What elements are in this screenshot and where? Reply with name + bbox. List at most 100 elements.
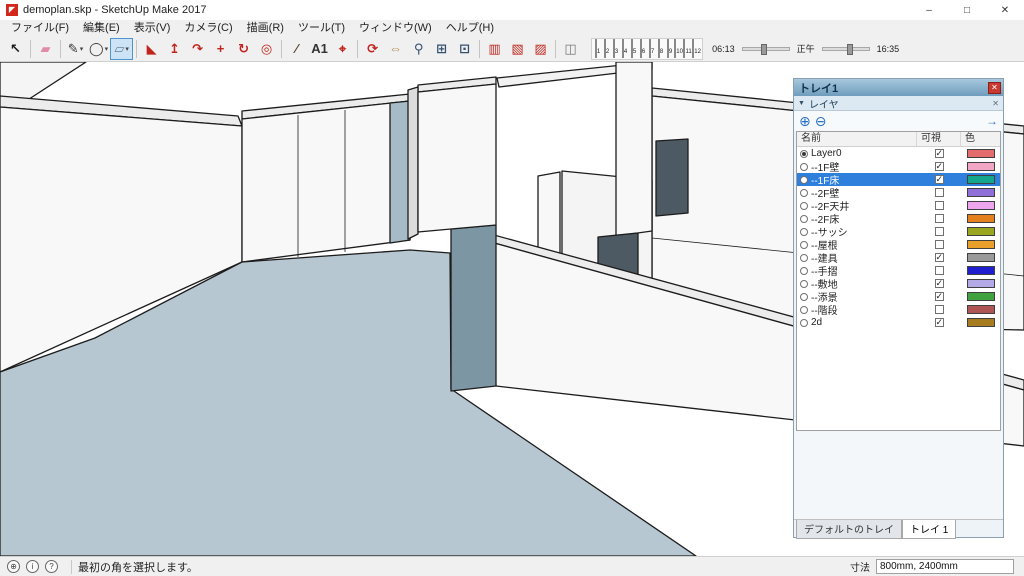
visibility-checkbox[interactable]: ✓ [934, 201, 944, 210]
layer-color-swatch[interactable] [966, 201, 995, 210]
layer-color-swatch[interactable] [966, 149, 995, 158]
layer-color-swatch[interactable] [966, 240, 995, 249]
chevron-down-icon[interactable]: ▾ [125, 45, 129, 53]
rectangle-tool[interactable]: ▱ ▾ [110, 37, 134, 60]
menu-item[interactable]: ウィンドウ(W) [352, 20, 439, 36]
current-layer-radio[interactable] [800, 149, 808, 158]
current-layer-radio[interactable] [800, 240, 808, 249]
help-icon[interactable]: ? [45, 560, 58, 573]
layer-color-swatch[interactable] [966, 279, 995, 288]
menu-item[interactable]: ファイル(F) [4, 20, 76, 36]
push-pull-tool[interactable]: ↥ ▾ [163, 38, 186, 60]
visibility-checkbox[interactable]: ✓ [934, 175, 944, 184]
line-tool[interactable]: ✎ ▾ [64, 38, 87, 60]
layer-color-swatch[interactable] [966, 266, 995, 275]
menu-item[interactable]: 編集(E) [76, 20, 127, 36]
date-strip[interactable]: 1 2 3 4 5 6 7 8 9 10 11 12 [591, 37, 704, 60]
date-slider-thumb[interactable] [846, 43, 853, 55]
axes-tool[interactable]: ⌖ ▾ [331, 38, 354, 60]
zoom-extents-tool[interactable]: ⊡ ▾ [453, 38, 476, 60]
column-header-visible[interactable]: 可視 [917, 132, 961, 146]
tray-close-button[interactable]: ✕ [988, 81, 1001, 94]
layer-color-swatch[interactable] [966, 227, 995, 236]
layer-details-button[interactable]: → [986, 114, 998, 128]
current-layer-radio[interactable] [800, 201, 808, 210]
visibility-checkbox[interactable]: ✓ [934, 188, 944, 197]
follow-me-tool[interactable]: ↷ ▾ [186, 38, 209, 60]
layer-row[interactable]: 2d ✓ [797, 316, 1000, 329]
tray-tab[interactable]: トレイ 1 [902, 520, 957, 539]
layer-color-swatch[interactable] [966, 253, 995, 262]
layers-section-close-button[interactable]: ✕ [992, 99, 999, 108]
add-layer-button[interactable]: ⊕ [799, 113, 811, 129]
current-layer-radio[interactable] [800, 266, 808, 275]
section-fill-tool[interactable]: ▧ ▾ [506, 38, 529, 60]
pan-tool[interactable]: ⇔ ▾ [384, 38, 407, 60]
menu-item[interactable]: 表示(V) [127, 20, 178, 36]
layer-color-swatch[interactable] [966, 162, 995, 171]
eraser-tool[interactable]: ▰ ▾ [34, 38, 57, 60]
time-slider-thumb[interactable] [761, 43, 767, 55]
visibility-checkbox[interactable]: ✓ [934, 318, 944, 327]
visibility-checkbox[interactable]: ✓ [934, 266, 944, 275]
current-layer-radio[interactable] [800, 318, 808, 327]
layer-color-swatch[interactable] [966, 292, 995, 301]
select-tool[interactable]: ↖ ▾ [4, 38, 27, 60]
minimize-button[interactable]: – [910, 0, 948, 20]
move-tool[interactable]: + ▾ [209, 38, 232, 60]
visibility-checkbox[interactable]: ✓ [934, 214, 944, 223]
time-slider[interactable] [741, 43, 790, 55]
current-layer-radio[interactable] [800, 227, 808, 236]
layer-row[interactable]: --階段 ✓ [797, 303, 1000, 317]
orbit-tool[interactable]: ⟳ ▾ [361, 38, 384, 60]
current-layer-radio[interactable] [800, 214, 808, 223]
menu-item[interactable]: カメラ(C) [177, 20, 239, 36]
current-layer-radio[interactable] [800, 305, 808, 314]
measurements-input[interactable] [876, 559, 1014, 574]
menu-item[interactable]: ツール(T) [291, 20, 352, 36]
visibility-checkbox[interactable]: ✓ [934, 240, 944, 249]
zoom-window-tool[interactable]: ⊞ ▾ [430, 38, 453, 60]
remove-layer-button[interactable]: ⊖ [815, 113, 827, 129]
column-header-name[interactable]: 名前 [797, 132, 917, 146]
layer-color-swatch[interactable] [966, 305, 995, 314]
layer-color-swatch[interactable] [966, 188, 995, 197]
layers-section-header[interactable]: ▼ レイヤ ✕ [794, 96, 1003, 111]
layer-color-swatch[interactable] [966, 175, 995, 184]
shadows-toggle[interactable]: ◫ ▾ [559, 38, 582, 60]
info-icon[interactable]: i [26, 560, 39, 573]
paint-bucket-tool[interactable]: ◣ ▾ [140, 38, 163, 60]
date-slider[interactable] [821, 43, 870, 55]
rotate-tool[interactable]: ↻ ▾ [232, 38, 255, 60]
layer-color-swatch[interactable] [966, 214, 995, 223]
visibility-checkbox[interactable]: ✓ [934, 227, 944, 236]
current-layer-radio[interactable] [800, 253, 808, 262]
tray-tab[interactable]: デフォルトのトレイ [796, 520, 902, 539]
column-header-color[interactable]: 色 [961, 132, 1000, 146]
chevron-down-icon[interactable]: ▾ [80, 45, 84, 53]
close-button[interactable]: ✕ [986, 0, 1024, 20]
visibility-checkbox[interactable]: ✓ [934, 253, 944, 262]
offset-tool[interactable]: ◎ ▾ [255, 38, 278, 60]
current-layer-radio[interactable] [800, 188, 808, 197]
zoom-tool[interactable]: ⚲ ▾ [407, 38, 430, 60]
current-layer-radio[interactable] [800, 175, 808, 184]
visibility-checkbox[interactable]: ✓ [934, 279, 944, 288]
visibility-checkbox[interactable]: ✓ [934, 305, 944, 314]
visibility-checkbox[interactable]: ✓ [934, 149, 944, 158]
collapse-icon[interactable]: ▼ [798, 100, 805, 107]
text-tool[interactable]: A1 ▾ [308, 38, 331, 60]
menu-item[interactable]: ヘルプ(H) [439, 20, 501, 36]
section-display-tool[interactable]: ▨ ▾ [529, 38, 552, 60]
visibility-checkbox[interactable]: ✓ [934, 162, 944, 171]
section-plane-tool[interactable]: ▥ ▾ [483, 38, 506, 60]
current-layer-radio[interactable] [800, 162, 808, 171]
chevron-down-icon[interactable]: ▾ [105, 45, 109, 53]
restore-button[interactable]: □ [948, 0, 986, 20]
visibility-checkbox[interactable]: ✓ [934, 292, 944, 301]
geolocation-icon[interactable]: ⊕ [7, 560, 20, 573]
tape-measure-tool[interactable]: ∕ ▾ [285, 38, 308, 60]
current-layer-radio[interactable] [800, 279, 808, 288]
menu-item[interactable]: 描画(R) [240, 20, 291, 36]
shapes-tool[interactable]: ◯ ▾ [87, 38, 110, 60]
